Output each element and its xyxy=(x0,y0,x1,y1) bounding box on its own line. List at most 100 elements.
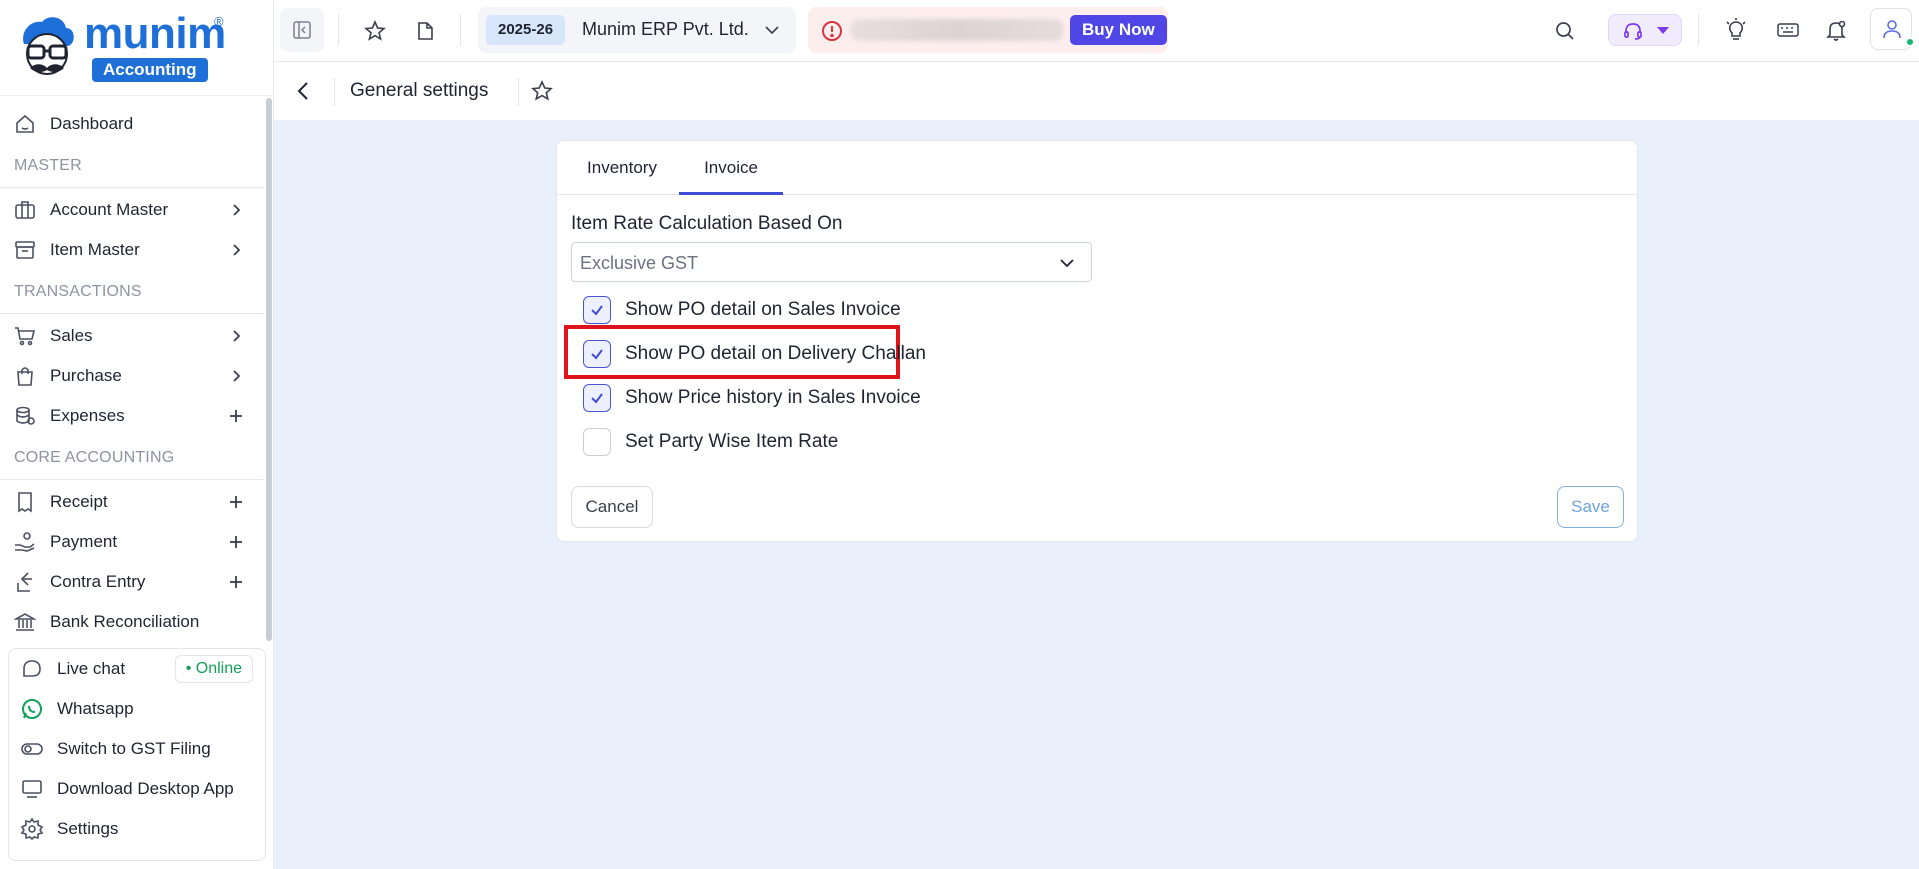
database-icon xyxy=(14,405,36,427)
help-panel: Live chat • Online Whatsapp Switch to GS… xyxy=(8,648,266,861)
buy-now-button[interactable]: Buy Now xyxy=(1070,15,1167,45)
help-item-label: Settings xyxy=(57,819,119,838)
checkbox-po-delivery-challan[interactable] xyxy=(583,340,611,368)
plus-icon[interactable] xyxy=(226,532,246,552)
help-item-label: Download Desktop App xyxy=(57,779,234,798)
help-item-switch-gst[interactable]: Switch to GST Filing xyxy=(9,729,265,769)
sidebar-item-item-master[interactable]: Item Master xyxy=(0,230,264,270)
receipt-icon xyxy=(14,491,36,513)
option-label: Show Price history in Sales Invoice xyxy=(625,387,921,408)
checkbox-po-sales-invoice[interactable] xyxy=(583,296,611,324)
company-name: Munim ERP Pvt. Ltd. xyxy=(582,19,749,39)
sidebar-item-label: Purchase xyxy=(50,366,122,385)
sidebar-item-label: Receipt xyxy=(50,492,108,511)
option-label: Show PO detail on Delivery Challan xyxy=(625,343,926,364)
divider xyxy=(1698,14,1699,46)
help-item-download-app[interactable]: Download Desktop App xyxy=(9,769,265,809)
brand-name: munim xyxy=(84,9,226,58)
checkbox-party-wise-rate[interactable] xyxy=(583,428,611,456)
help-item-whatsapp[interactable]: Whatsapp xyxy=(9,689,265,729)
sidebar-item-bank-reconciliation[interactable]: Bank Reconciliation xyxy=(0,602,264,642)
notifications-button[interactable] xyxy=(1822,16,1850,44)
option-price-history[interactable]: Show Price history in Sales Invoice xyxy=(583,383,921,413)
checkmark-icon xyxy=(591,305,603,316)
search-button[interactable] xyxy=(1552,18,1578,44)
notes-button[interactable] xyxy=(412,18,438,44)
sidebar-item-label: Expenses xyxy=(50,406,125,425)
option-label: Set Party Wise Item Rate xyxy=(625,431,839,452)
option-po-delivery-challan[interactable]: Show PO detail on Delivery Challan xyxy=(583,339,926,369)
sidebar-item-purchase[interactable]: Purchase xyxy=(0,356,264,396)
tips-button[interactable] xyxy=(1722,16,1750,44)
cart-icon xyxy=(14,325,36,347)
page-header: General settings xyxy=(274,62,1919,120)
sidebar-item-dashboard[interactable]: Dashboard xyxy=(0,104,264,144)
sidebar-item-account-master[interactable]: Account Master xyxy=(0,190,264,230)
chat-icon xyxy=(21,658,43,680)
option-party-wise-rate[interactable]: Set Party Wise Item Rate xyxy=(583,427,838,457)
sidebar-item-receipt[interactable]: Receipt xyxy=(0,482,264,522)
home-icon xyxy=(14,113,36,135)
top-bar: 2025-26 Munim ERP Pvt. Ltd. Buy Now xyxy=(274,0,1919,62)
whatsapp-icon xyxy=(21,698,43,720)
brand-logo[interactable]: munim ® Accounting xyxy=(0,0,273,96)
sidebar-scrollbar[interactable] xyxy=(266,98,272,641)
star-icon xyxy=(364,20,386,41)
munim-mascot-icon xyxy=(23,17,74,75)
favorites-button[interactable] xyxy=(362,18,388,44)
help-item-settings[interactable]: Settings xyxy=(9,809,265,849)
archive-icon xyxy=(14,239,36,261)
chevron-right-icon xyxy=(226,200,246,220)
checkbox-price-history[interactable] xyxy=(583,384,611,412)
help-item-live-chat[interactable]: Live chat • Online xyxy=(9,649,265,689)
plus-icon[interactable] xyxy=(226,572,246,592)
item-rate-select[interactable]: Exclusive GST xyxy=(571,242,1092,282)
search-icon xyxy=(1556,22,1574,40)
sidebar-item-sales[interactable]: Sales xyxy=(0,316,264,356)
company-selector[interactable]: 2025-26 Munim ERP Pvt. Ltd. xyxy=(478,7,796,53)
help-item-label: Live chat xyxy=(57,659,126,678)
option-label: Show PO detail on Sales Invoice xyxy=(625,299,901,320)
divider xyxy=(460,14,461,46)
sidebar: munim ® Accounting Dashboard MASTER Acco… xyxy=(0,0,274,869)
tab-invoice[interactable]: Invoice xyxy=(679,141,783,195)
sidebar-item-contra-entry[interactable]: Contra Entry xyxy=(0,562,264,602)
sidebar-item-label: Payment xyxy=(50,532,118,551)
keyboard-shortcuts-button[interactable] xyxy=(1774,16,1802,44)
sidebar-item-label: Contra Entry xyxy=(50,572,146,591)
divider xyxy=(338,14,339,46)
monitor-icon xyxy=(21,778,43,800)
sidebar-item-payment[interactable]: Payment xyxy=(0,522,264,562)
divider xyxy=(334,78,335,106)
item-rate-value: Exclusive GST xyxy=(580,253,699,273)
save-button[interactable]: Save xyxy=(1557,486,1624,528)
option-po-sales-invoice[interactable]: Show PO detail on Sales Invoice xyxy=(583,295,901,325)
user-avatar-button[interactable] xyxy=(1870,8,1915,50)
settings-card: Inventory Invoice Item Rate Calculation … xyxy=(556,140,1638,542)
sidebar-item-label: Item Master xyxy=(50,240,140,259)
cancel-button[interactable]: Cancel xyxy=(571,486,653,528)
briefcase-icon xyxy=(14,199,36,221)
alert-icon xyxy=(822,21,842,41)
item-rate-label: Item Rate Calculation Based On xyxy=(571,213,843,234)
brand-badge: Accounting xyxy=(92,58,208,82)
subscription-alert: Buy Now xyxy=(808,7,1168,53)
sidebar-nav: Dashboard MASTER Account Master Item Mas… xyxy=(0,104,264,642)
exchange-icon xyxy=(14,571,36,593)
tab-inventory[interactable]: Inventory xyxy=(569,141,675,195)
back-arrow-icon[interactable] xyxy=(292,79,316,103)
plus-icon[interactable] xyxy=(226,492,246,512)
collapse-sidebar-button[interactable] xyxy=(280,8,324,52)
chevron-down-icon xyxy=(765,26,779,35)
section-core-accounting: CORE ACCOUNTING xyxy=(0,436,264,480)
hand-coin-icon xyxy=(14,531,36,553)
support-menu-button[interactable] xyxy=(1608,14,1682,46)
brand-registered-mark: ® xyxy=(214,14,224,29)
star-icon[interactable] xyxy=(530,79,554,103)
online-status-badge: • Online xyxy=(174,655,253,683)
divider xyxy=(518,78,519,106)
plus-icon[interactable] xyxy=(226,406,246,426)
sidebar-item-expenses[interactable]: Expenses xyxy=(0,396,264,436)
page-title: General settings xyxy=(350,80,489,101)
checkmark-icon xyxy=(591,349,603,360)
